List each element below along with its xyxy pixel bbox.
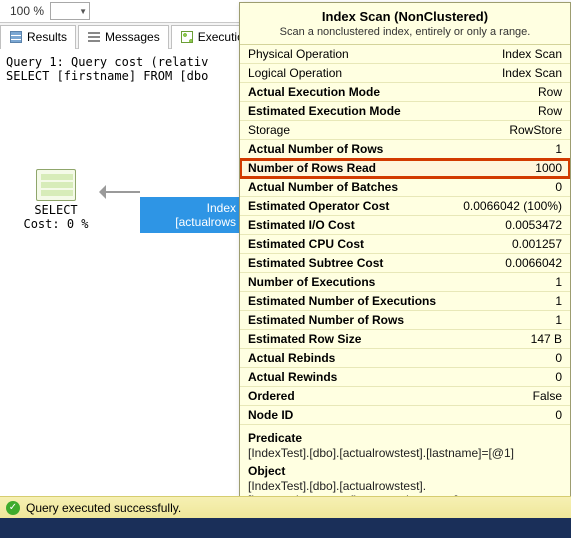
row-key: Estimated Row Size: [248, 331, 472, 347]
row-value: 1000: [472, 160, 562, 176]
row-value: 0.001257: [472, 236, 562, 252]
section-header: Object: [248, 464, 562, 478]
row-value: 0: [472, 369, 562, 385]
plan-arrow-icon: [92, 185, 140, 199]
tooltip-row: Estimated Execution ModeRow: [240, 102, 570, 121]
row-key: Estimated Subtree Cost: [248, 255, 472, 271]
row-key: Actual Rebinds: [248, 350, 472, 366]
tab-results[interactable]: Results: [0, 25, 76, 49]
zoom-percent: 100 %: [4, 4, 50, 18]
tooltip-row: Estimated CPU Cost0.001257: [240, 235, 570, 254]
plan-node-cost: Cost: 0 %: [20, 217, 92, 231]
row-key: Storage: [248, 122, 472, 138]
row-key: Actual Number of Rows: [248, 141, 472, 157]
row-value: 1: [472, 274, 562, 290]
row-value: RowStore: [472, 122, 562, 138]
row-value: Index Scan: [472, 65, 562, 81]
plan-node-line: Index: [144, 201, 236, 215]
row-key: Actual Number of Batches: [248, 179, 472, 195]
tooltip-row: Number of Rows Read1000: [240, 159, 570, 178]
tooltip-row: Actual Number of Batches0: [240, 178, 570, 197]
row-value: 0.0053472: [472, 217, 562, 233]
plan-node-label: SELECT: [20, 203, 92, 217]
row-key: Estimated Operator Cost: [248, 198, 463, 214]
row-value: 0.0066042: [472, 255, 562, 271]
row-value: 0: [472, 407, 562, 423]
tooltip-row: Actual Rewinds0: [240, 368, 570, 387]
row-key: Actual Execution Mode: [248, 84, 472, 100]
tooltip-row: Estimated Number of Rows1: [240, 311, 570, 330]
status-bar: ✓ Query executed successfully.: [0, 496, 571, 518]
tab-messages[interactable]: Messages: [78, 25, 169, 49]
row-value: False: [472, 388, 562, 404]
section-header: Predicate: [248, 431, 562, 445]
connection-bar: [0, 518, 571, 538]
row-value: Row: [472, 103, 562, 119]
tooltip-subtitle: Scan a nonclustered index, entirely or o…: [240, 26, 570, 44]
object-line: [IndexTest].[dbo].[actualrowstest].: [248, 479, 426, 493]
row-value: 0: [472, 350, 562, 366]
tooltip-rows: Physical OperationIndex ScanLogical Oper…: [240, 44, 570, 425]
row-value: 147 B: [472, 331, 562, 347]
row-value: 1: [472, 141, 562, 157]
tooltip-row: Actual Execution ModeRow: [240, 83, 570, 102]
row-key: Estimated Number of Executions: [248, 293, 472, 309]
tooltip-row: Estimated Number of Executions1: [240, 292, 570, 311]
row-key: Number of Executions: [248, 274, 472, 290]
row-value: Index Scan: [472, 46, 562, 62]
tab-label: Messages: [105, 30, 160, 44]
plan-icon: [180, 30, 194, 44]
tooltip-row: StorageRowStore: [240, 121, 570, 140]
tooltip-title: Index Scan (NonClustered): [240, 3, 570, 26]
status-text: Query executed successfully.: [26, 501, 181, 515]
select-result-icon: [36, 169, 76, 201]
row-key: Estimated Number of Rows: [248, 312, 472, 328]
tooltip-row: Estimated Operator Cost0.0066042 (100%): [240, 197, 570, 216]
tooltip-row: Estimated Subtree Cost0.0066042: [240, 254, 570, 273]
row-key: Node ID: [248, 407, 472, 423]
list-icon: [87, 30, 101, 44]
operator-tooltip: Index Scan (NonClustered) Scan a nonclus…: [239, 2, 571, 534]
row-key: Estimated Execution Mode: [248, 103, 472, 119]
row-value: 0.0066042 (100%): [463, 198, 562, 214]
row-value: Row: [472, 84, 562, 100]
row-value: 1: [472, 312, 562, 328]
tooltip-row: Logical OperationIndex Scan: [240, 64, 570, 83]
tooltip-row: Physical OperationIndex Scan: [240, 45, 570, 64]
tooltip-row: Node ID0: [240, 406, 570, 425]
row-key: Actual Rewinds: [248, 369, 472, 385]
row-key: Logical Operation: [248, 65, 472, 81]
plan-node-select[interactable]: SELECT Cost: 0 %: [20, 169, 92, 231]
row-key: Ordered: [248, 388, 472, 404]
tab-label: Results: [27, 30, 67, 44]
chevron-down-icon: ▼: [79, 7, 87, 16]
tooltip-row: OrderedFalse: [240, 387, 570, 406]
row-value: 1: [472, 293, 562, 309]
tooltip-row: Number of Executions1: [240, 273, 570, 292]
grid-icon: [9, 30, 23, 44]
row-key: Estimated I/O Cost: [248, 217, 472, 233]
plan-node-line: [actualrows: [144, 215, 236, 229]
plan-node-index-scan[interactable]: Index [actualrows: [140, 197, 240, 233]
section-value: [IndexTest].[dbo].[actualrowstest].[last…: [248, 445, 562, 464]
row-value: 0: [472, 179, 562, 195]
zoom-dropdown[interactable]: ▼: [50, 2, 90, 20]
success-icon: ✓: [6, 501, 20, 515]
tooltip-row: Estimated Row Size147 B: [240, 330, 570, 349]
tooltip-row: Actual Rebinds0: [240, 349, 570, 368]
row-key: Estimated CPU Cost: [248, 236, 472, 252]
row-key: Physical Operation: [248, 46, 472, 62]
row-key: Number of Rows Read: [248, 160, 472, 176]
tooltip-row: Actual Number of Rows1: [240, 140, 570, 159]
tooltip-row: Estimated I/O Cost0.0053472: [240, 216, 570, 235]
